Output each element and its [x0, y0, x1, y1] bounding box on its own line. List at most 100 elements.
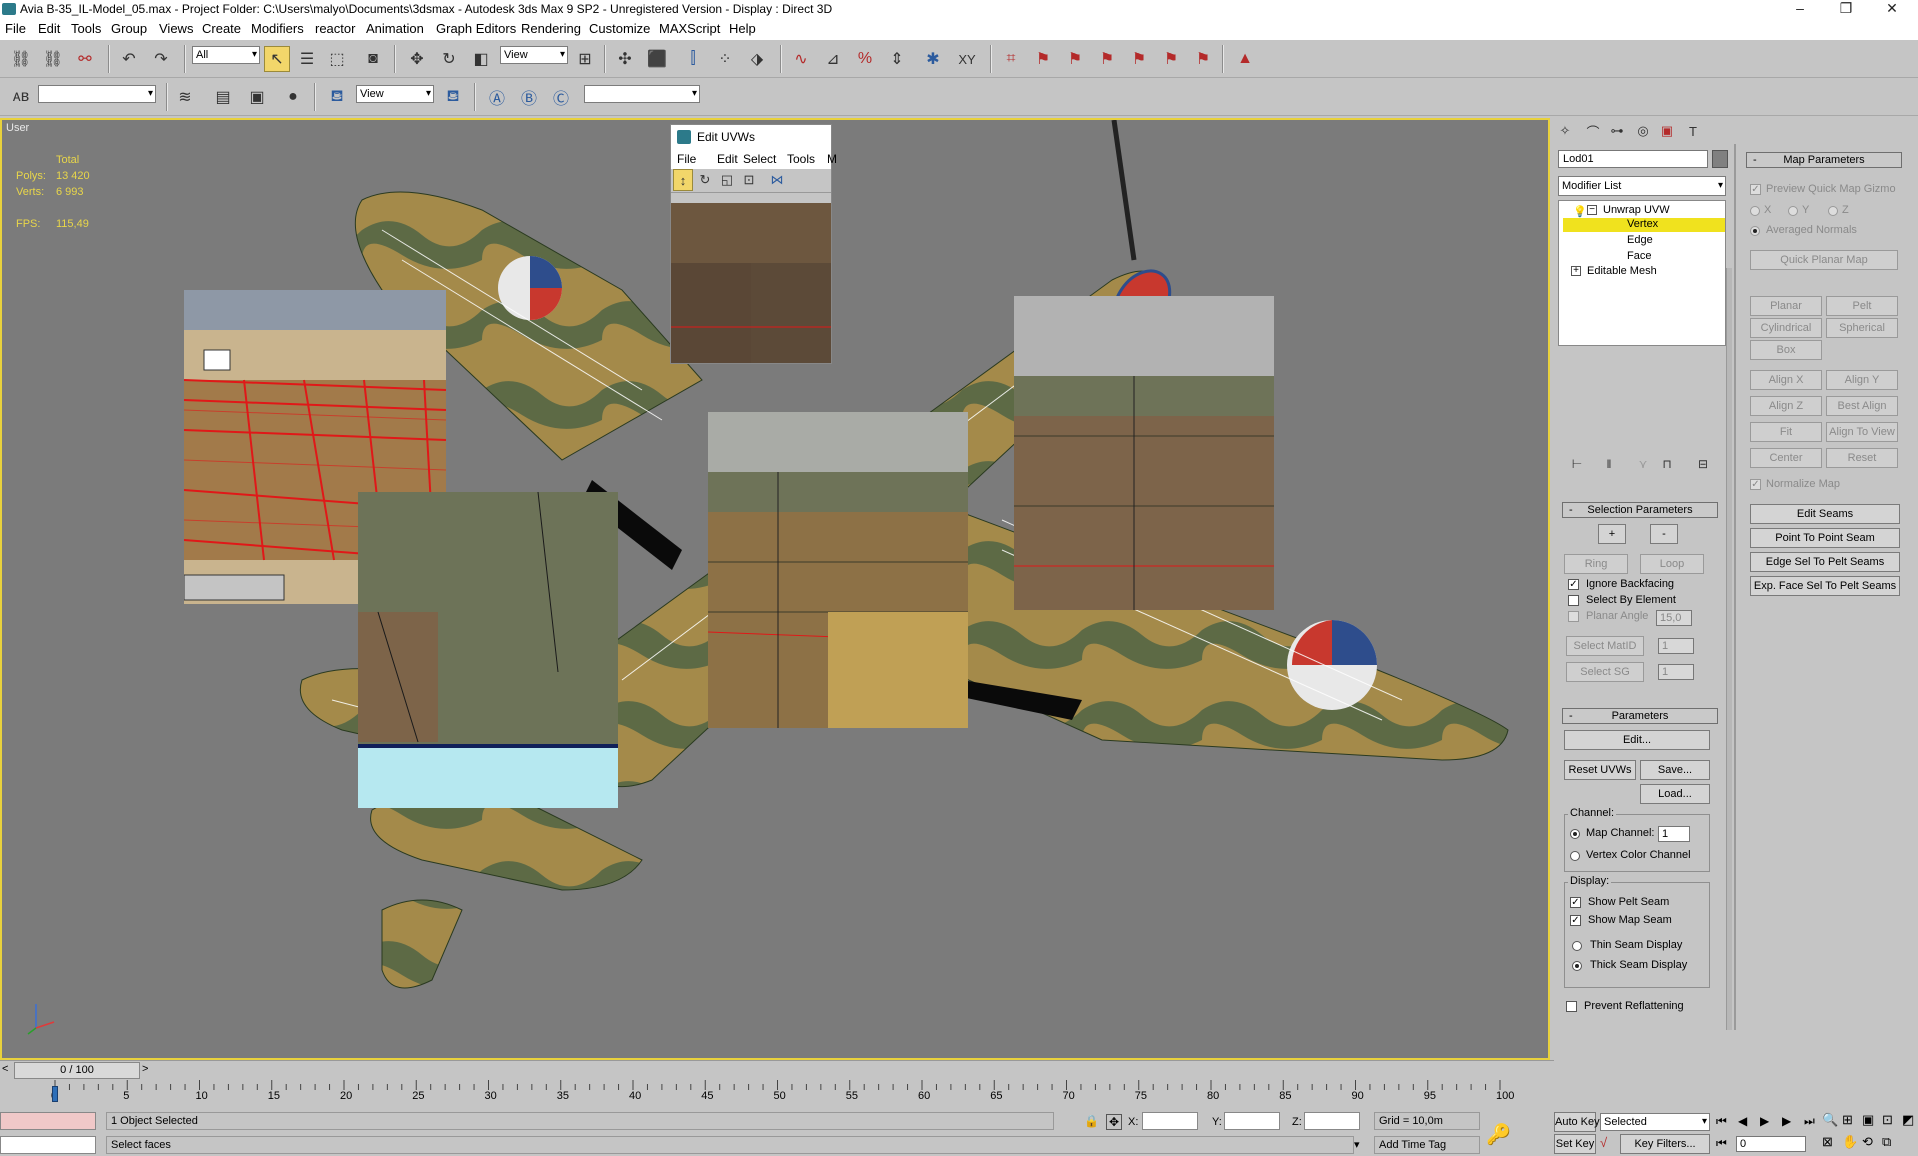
pin-stack-icon[interactable]: ⊢: [1566, 454, 1588, 474]
modifier-list-dropdown[interactable]: Modifier List: [1558, 176, 1726, 196]
uvw-move-icon[interactable]: ↕: [673, 169, 693, 191]
menu-create[interactable]: Create: [202, 21, 241, 36]
remove-modifier-icon[interactable]: ⊓: [1656, 454, 1678, 474]
shrink-selection-button[interactable]: -: [1650, 524, 1678, 544]
unlink-icon[interactable]: ⛓: [40, 46, 66, 72]
select-matid-button[interactable]: Select MatID: [1566, 636, 1644, 656]
quick-planar-map-button[interactable]: Quick Planar Map: [1750, 250, 1898, 270]
bind-space-warp-icon[interactable]: ⚯: [72, 46, 98, 72]
load-button[interactable]: Load...: [1640, 784, 1710, 804]
stack-item-face[interactable]: Face: [1627, 250, 1651, 262]
spinner-snap-icon[interactable]: ⇕: [884, 46, 910, 72]
redo-icon[interactable]: ↷: [148, 46, 174, 72]
material-editor-icon[interactable]: ⚑: [1062, 46, 1088, 72]
planar-angle-spinner[interactable]: 15,0: [1656, 610, 1692, 626]
menu-rendering[interactable]: Rendering: [521, 21, 581, 36]
display-tab-icon[interactable]: ▣: [1656, 120, 1678, 142]
stack-item-edge[interactable]: Edge: [1627, 234, 1653, 246]
averaged-normals-radio[interactable]: [1750, 226, 1760, 236]
time-slider[interactable]: < 0 / 100 >: [0, 1060, 1554, 1080]
edge-sel-to-pelt-button[interactable]: Edge Sel To Pelt Seams: [1750, 552, 1900, 572]
pivot-center-icon[interactable]: ⊞: [572, 46, 598, 72]
add-time-tag-button[interactable]: Add Time Tag: [1374, 1136, 1480, 1154]
pelt-button[interactable]: Pelt: [1826, 296, 1898, 316]
normalize-map-checkbox[interactable]: ✓: [1750, 479, 1761, 490]
track-view-icon[interactable]: ▤: [210, 84, 236, 110]
hierarchy-tab-icon[interactable]: ⊶: [1606, 120, 1628, 142]
keyboard-shortcut-icon[interactable]: ⬛: [644, 46, 670, 72]
save-button[interactable]: Save...: [1640, 760, 1710, 780]
grow-selection-button[interactable]: +: [1598, 524, 1626, 544]
z-coord-field[interactable]: [1304, 1112, 1360, 1130]
teapot-c-icon[interactable]: Ⓒ: [548, 84, 574, 110]
menu-group[interactable]: Group: [111, 21, 147, 36]
fit-button[interactable]: Fit: [1750, 422, 1822, 442]
map-channel-radio[interactable]: [1570, 829, 1580, 839]
menu-animation[interactable]: Animation: [366, 21, 424, 36]
reset-uvws-button[interactable]: Reset UVWs: [1564, 760, 1636, 780]
maximize-button[interactable]: ❐: [1824, 0, 1868, 18]
edit-uvws-window[interactable]: Edit UVWs File Edit Select Tools M ↕ ↻ ◱…: [670, 124, 837, 364]
select-object-icon[interactable]: ↖: [264, 46, 290, 72]
menu-tools[interactable]: Tools: [71, 21, 101, 36]
maxscript-mini-field[interactable]: [0, 1136, 96, 1154]
time-tag-icon[interactable]: ▾: [1354, 1138, 1360, 1151]
render-iterative-icon[interactable]: ⚑: [1190, 46, 1216, 72]
sg-spinner[interactable]: 1: [1658, 664, 1694, 680]
align-icon[interactable]: ⬗: [744, 46, 770, 72]
rectangular-selection-icon[interactable]: ⬚: [324, 46, 350, 72]
minimize-button[interactable]: –: [1778, 0, 1822, 18]
reset-button[interactable]: Reset: [1826, 448, 1898, 468]
render-view-dropdown[interactable]: View: [356, 85, 434, 103]
zoom-extents-icon[interactable]: ▣: [1862, 1112, 1874, 1128]
make-unique-icon[interactable]: ⋎: [1632, 454, 1654, 474]
layer-dropdown[interactable]: [38, 85, 156, 103]
uvw-menu-edit[interactable]: Edit: [717, 152, 738, 166]
menu-file[interactable]: File: [5, 21, 26, 36]
arc-rotate-icon[interactable]: ⟲: [1862, 1134, 1873, 1150]
exp-face-sel-to-pelt-button[interactable]: Exp. Face Sel To Pelt Seams: [1750, 576, 1900, 596]
planar-button[interactable]: Planar: [1750, 296, 1822, 316]
material-balls-icon[interactable]: ●: [280, 84, 306, 110]
align-x-button[interactable]: Align X: [1750, 370, 1822, 390]
key-mode-toggle-icon[interactable]: ⏮: [1716, 1136, 1727, 1151]
menu-customize[interactable]: Customize: [589, 21, 650, 36]
rotate-icon[interactable]: ↻: [436, 46, 462, 72]
named-selection-dropdown[interactable]: [584, 85, 700, 103]
uvw-menu-file[interactable]: File: [677, 152, 696, 166]
absolute-mode-icon[interactable]: ✥: [1106, 1114, 1122, 1130]
go-to-end-icon[interactable]: ⏭: [1804, 1114, 1815, 1129]
set-key-icon[interactable]: 🔑: [1486, 1122, 1511, 1147]
matid-spinner[interactable]: 1: [1658, 638, 1694, 654]
align-y-button[interactable]: Align Y: [1826, 370, 1898, 390]
scale-icon[interactable]: ◧: [468, 46, 494, 72]
parameters-rollout[interactable]: - Parameters: [1562, 708, 1718, 724]
set-key-button[interactable]: Set Key: [1554, 1134, 1596, 1154]
go-to-start-icon[interactable]: ⏮: [1716, 1114, 1727, 1129]
uvw-mirror-icon[interactable]: ⋈: [767, 169, 787, 191]
select-by-name-icon[interactable]: ☰: [294, 46, 320, 72]
quick-render-icon[interactable]: ⚑: [1158, 46, 1184, 72]
align-z-button[interactable]: Align Z: [1750, 396, 1822, 416]
trackbar[interactable]: 0510152025303540455055606570758085909510…: [0, 1080, 1554, 1110]
next-frame-icon[interactable]: ▶: [1782, 1114, 1791, 1128]
planar-angle-checkbox[interactable]: [1568, 611, 1579, 622]
current-frame-field[interactable]: 0: [1736, 1136, 1806, 1152]
time-slider-thumb[interactable]: 0 / 100: [14, 1062, 140, 1079]
dope-sheet-icon[interactable]: ▣: [244, 84, 270, 110]
utilities-tab-icon[interactable]: T: [1682, 120, 1704, 142]
auto-key-button[interactable]: Auto Key: [1554, 1112, 1600, 1132]
xy-constraint-icon[interactable]: XY: [954, 46, 980, 72]
schematic-view-icon[interactable]: ⚑: [1030, 46, 1056, 72]
stack-expand-icon[interactable]: +: [1571, 266, 1581, 276]
render-last-icon[interactable]: ▲: [1232, 46, 1258, 72]
axis-y-radio[interactable]: [1788, 206, 1798, 216]
show-map-seam-checkbox[interactable]: ✓: [1570, 915, 1581, 926]
maximize-viewport-icon[interactable]: ⧉: [1882, 1134, 1891, 1150]
field-of-view-icon[interactable]: ◩: [1902, 1112, 1914, 1128]
render-scene-icon[interactable]: ⛾: [324, 84, 350, 110]
menu-views[interactable]: Views: [159, 21, 193, 36]
motion-tab-icon[interactable]: ◎: [1632, 120, 1654, 142]
object-name-field[interactable]: Lod01: [1558, 150, 1708, 168]
window-crossing-icon[interactable]: ◙: [360, 46, 386, 72]
